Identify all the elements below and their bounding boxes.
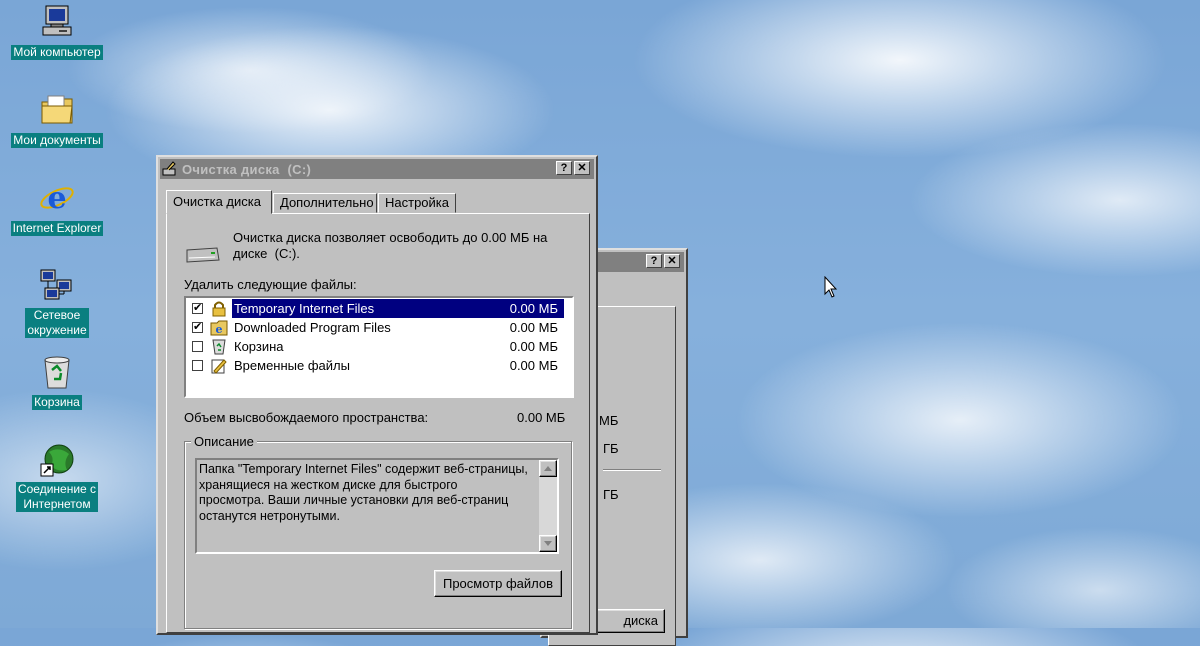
description-line: хранящиеся на жестком диске для быстрого <box>199 477 458 492</box>
list-item-downloaded-program-files[interactable]: ✔ e Downloaded Program Files 0.00 МБ <box>188 318 570 337</box>
list-item-size: 0.00 МБ <box>509 358 558 373</box>
desktop-icon-label: Internet Explorer <box>10 221 104 236</box>
desktop-icon-label: Мои документы <box>11 133 103 148</box>
disk-cleanup-dialog[interactable]: Очистка диска (C:) ? ✕ Очистка диска Доп… <box>156 155 598 635</box>
close-button[interactable]: ✕ <box>574 161 590 175</box>
mouse-cursor-icon <box>824 275 840 300</box>
list-item-name: Временные файлы <box>234 358 350 373</box>
desktop-icon-my-documents[interactable]: Мои документы <box>2 92 112 148</box>
dialog-titlebar[interactable]: Очистка диска (C:) ? ✕ <box>160 159 594 179</box>
recycle-bin-icon <box>210 338 228 355</box>
tab-panel: Очистка диска позволяет освободить до 0.… <box>166 213 590 633</box>
description-group-title: Описание <box>191 434 257 449</box>
hard-drive-icon <box>185 244 221 264</box>
intro-text-line2: диске (C:). <box>233 246 300 261</box>
desktop-icon-label-line1: Сетевое <box>33 308 81 322</box>
freed-space-value: 0.00 МБ <box>517 410 566 425</box>
intro-text-line1: Очистка диска позволяет освободить до 0.… <box>233 230 548 245</box>
list-item-name: Корзина <box>234 339 284 354</box>
scroll-down-arrow-icon <box>544 541 552 546</box>
internet-explorer-icon: e <box>39 180 75 216</box>
list-item-name-box: Downloaded Program Files 0.00 МБ <box>232 318 564 337</box>
my-documents-icon <box>39 92 75 128</box>
checkbox-temp-files[interactable] <box>192 360 203 371</box>
checkbox-recycle-bin[interactable] <box>192 341 203 352</box>
background-value-1: МБ <box>599 413 619 428</box>
scroll-up-button[interactable] <box>539 460 557 477</box>
desktop-icon-label-line2: окружение <box>27 323 87 337</box>
background-divider <box>603 469 661 471</box>
background-value-2: ГБ <box>603 441 619 456</box>
disk-cleanup-title-icon <box>162 161 178 177</box>
list-item-size: 0.00 МБ <box>509 320 558 335</box>
scroll-down-button[interactable] <box>539 535 557 552</box>
desktop-icon-label-line1: Соединение с <box>17 482 97 496</box>
list-item-recycle-bin[interactable]: Корзина 0.00 МБ <box>188 337 570 356</box>
connect-to-internet-icon <box>39 442 75 478</box>
close-button[interactable]: ✕ <box>664 254 680 268</box>
background-value-3: ГБ <box>603 487 619 502</box>
list-item-name-box: Корзина 0.00 МБ <box>232 337 564 356</box>
recycle-bin-icon <box>39 354 75 390</box>
description-line: останутся нетронутыми. <box>199 508 340 523</box>
desktop-icon-recycle-bin[interactable]: Корзина <box>2 354 112 410</box>
description-scrollbar[interactable] <box>539 460 557 552</box>
lock-icon <box>210 300 228 317</box>
description-line: просмотра. Ваши личные установки для веб… <box>199 493 509 507</box>
downloaded-program-icon: e <box>210 319 228 336</box>
list-item-temporary-internet-files[interactable]: ✔ Temporary Internet Files 0.00 МБ <box>188 299 570 318</box>
list-item-temp-files[interactable]: Временные файлы 0.00 МБ <box>188 356 570 375</box>
scroll-up-arrow-icon <box>544 466 552 471</box>
files-list[interactable]: ✔ Temporary Internet Files 0.00 МБ ✔ e D… <box>184 296 574 398</box>
list-item-name-box: Временные файлы 0.00 МБ <box>232 356 564 375</box>
list-item-size: 0.00 МБ <box>509 301 558 316</box>
description-line: Папка "Temporary Internet Files" содержи… <box>199 462 528 476</box>
tab-more-options[interactable]: Дополнительно <box>273 193 377 213</box>
checkbox-temporary-internet-files[interactable]: ✔ <box>192 303 203 314</box>
tab-disk-cleanup[interactable]: Очистка диска <box>166 190 272 214</box>
desktop-icon-label: Корзина <box>32 395 82 410</box>
description-text: Папка "Temporary Internet Files" содержи… <box>199 462 535 524</box>
desktop-icon-connect-internet[interactable]: Соединение с Интернетом <box>2 442 112 512</box>
desktop-icon-label: Сетевое окружение <box>25 308 89 338</box>
svg-text:e: e <box>216 323 223 336</box>
network-neighborhood-icon <box>39 268 75 304</box>
my-computer-icon <box>39 4 75 40</box>
desktop-icon-label: Мой компьютер <box>11 45 103 60</box>
background-bottom-button[interactable]: диска <box>589 609 665 633</box>
freed-space-label: Объем высвобождаемого пространства: <box>184 410 429 425</box>
list-item-size: 0.00 МБ <box>509 339 558 354</box>
view-files-button[interactable]: Просмотр файлов <box>434 570 562 597</box>
desktop-icon-internet-explorer[interactable]: e Internet Explorer <box>2 180 112 236</box>
tab-settings[interactable]: Настройка <box>378 193 456 213</box>
desktop-icon-label-line2: Интернетом <box>23 497 91 511</box>
svg-text:e: e <box>47 181 66 216</box>
help-button[interactable]: ? <box>646 254 662 268</box>
delete-files-label: Удалить следующие файлы: <box>184 277 357 292</box>
temp-files-icon <box>210 357 228 374</box>
description-textbox[interactable]: Папка "Temporary Internet Files" содержи… <box>195 458 559 554</box>
list-item-name: Temporary Internet Files <box>234 301 375 316</box>
help-button[interactable]: ? <box>556 161 572 175</box>
desktop-icon-label: Соединение с Интернетом <box>15 482 99 512</box>
desktop-icon-my-computer[interactable]: Мой компьютер <box>2 4 112 60</box>
list-item-name-box: Temporary Internet Files 0.00 МБ <box>232 299 564 318</box>
checkbox-downloaded-program-files[interactable]: ✔ <box>192 322 203 333</box>
dialog-title: Очистка диска (C:) <box>182 161 312 177</box>
list-item-name: Downloaded Program Files <box>234 320 391 335</box>
desktop-icon-network[interactable]: Сетевое окружение <box>2 268 112 338</box>
